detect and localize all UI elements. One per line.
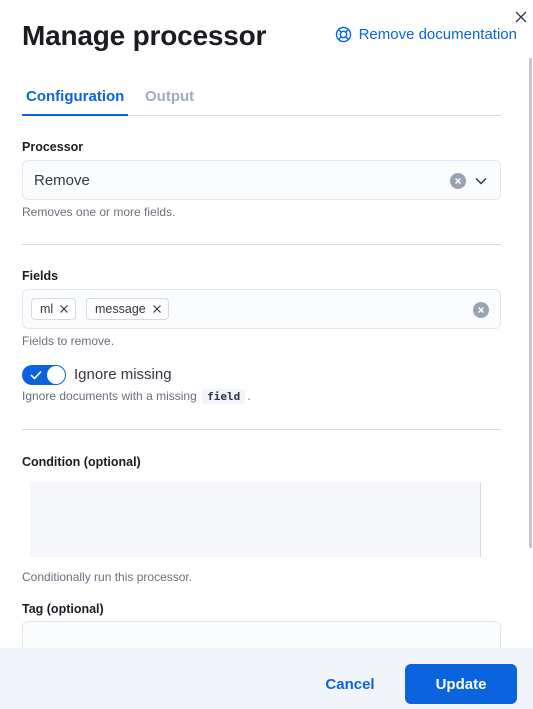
cross-icon[interactable] — [59, 304, 69, 314]
clear-circle-icon — [477, 306, 485, 314]
section-divider — [22, 244, 501, 245]
tab-output[interactable]: Output — [145, 88, 194, 115]
condition-help-text: Conditionally run this processor. — [22, 570, 193, 584]
cross-icon[interactable] — [152, 304, 162, 314]
documentation-link[interactable]: Remove documentation — [335, 26, 517, 43]
tab-configuration[interactable]: Configuration — [21, 88, 129, 116]
processor-value: Remove — [34, 172, 90, 189]
chevron-down-icon[interactable] — [474, 174, 488, 188]
ignore-missing-label: Ignore missing — [74, 366, 172, 383]
check-icon — [30, 370, 42, 380]
processor-tabs: Configuration Output — [21, 80, 501, 116]
fields-help-text: Fields to remove. — [22, 334, 115, 348]
inline-code-field: field — [202, 389, 246, 404]
ignore-missing-help-text: Ignore documents with a missing field. — [22, 389, 251, 404]
update-button[interactable]: Update — [405, 664, 517, 704]
ignore-missing-switch[interactable] — [22, 365, 66, 385]
field-pill-label: ml — [40, 302, 54, 316]
ignore-missing-help-prefix: Ignore documents with a missing — [22, 389, 197, 403]
processor-label: Processor — [22, 140, 84, 154]
page-title: Manage processor — [22, 20, 267, 51]
field-pill-label: message — [95, 302, 146, 316]
manage-processor-flyout: Manage processor Remove documentation Co… — [0, 0, 533, 709]
code-editor-scrollbar[interactable] — [480, 482, 494, 557]
tag-label: Tag (optional) — [22, 602, 104, 616]
condition-label: Condition (optional) — [22, 455, 141, 469]
documentation-link-label: Remove documentation — [358, 26, 517, 43]
condition-code-editor[interactable] — [30, 482, 494, 557]
tag-input[interactable] — [22, 621, 501, 648]
processor-help-text: Removes one or more fields. — [22, 205, 176, 219]
clear-processor-button[interactable] — [450, 173, 466, 189]
lifebuoy-icon — [335, 26, 351, 43]
clear-fields-button[interactable] — [473, 302, 489, 318]
flyout-body: Processor Remove Removes one or more fie… — [0, 118, 533, 648]
cancel-button[interactable]: Cancel — [310, 664, 390, 704]
clear-circle-icon — [454, 177, 462, 185]
fields-label: Fields — [22, 269, 59, 283]
switch-knob — [47, 366, 65, 384]
section-divider — [22, 429, 501, 430]
field-pill-ml: ml — [31, 298, 77, 320]
flyout-footer: Cancel Update — [0, 648, 533, 709]
field-pill-message: message — [86, 298, 169, 320]
ignore-missing-help-suffix: . — [247, 389, 251, 403]
processor-combobox[interactable]: Remove — [22, 160, 501, 200]
flyout-header: Manage processor Remove documentation — [22, 18, 522, 54]
fields-combobox[interactable]: ml message — [22, 289, 501, 329]
